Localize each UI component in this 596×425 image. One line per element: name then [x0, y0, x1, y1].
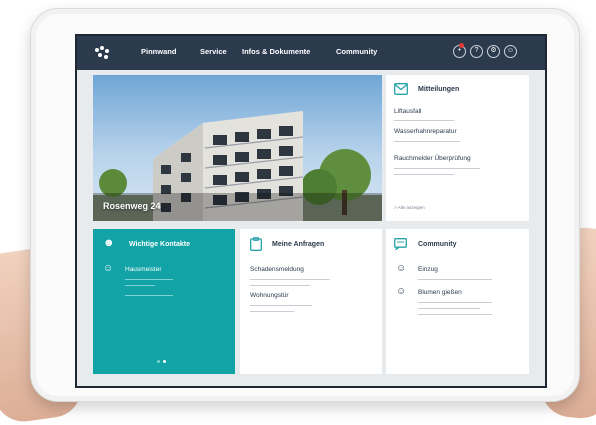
settings-icon[interactable]: ⚙ — [487, 45, 500, 58]
anfrage-item[interactable]: Wohnungstür — [250, 292, 289, 299]
person-icon: ☺ — [103, 263, 114, 274]
profile-icon[interactable]: ☺ — [504, 45, 517, 58]
carousel-dot-active[interactable] — [163, 360, 166, 363]
mail-icon — [394, 83, 408, 95]
person-icon: ☺ — [396, 286, 407, 297]
text-placeholder-line — [125, 279, 173, 281]
carousel-dot[interactable] — [157, 360, 160, 363]
notification-badge — [459, 43, 464, 48]
brand-logo-icon[interactable] — [93, 44, 113, 62]
contacts-icon: ☻ — [103, 237, 115, 249]
community-tile[interactable]: Community ☺ Einzug ☺ Blumen gießen — [386, 229, 529, 374]
building-photo — [93, 111, 382, 221]
community-item[interactable]: Einzug — [418, 266, 438, 273]
community-title: Community — [418, 241, 457, 248]
address-caption: Rosenweg 24 — [103, 201, 161, 211]
app-screen: Pinnwand Service Infos & Dokumente Commu… — [75, 34, 547, 388]
help-icon[interactable]: ? — [470, 45, 483, 58]
kontakte-tile[interactable]: ☻ Wichtige Kontakte ☺ Hausmeister — [93, 229, 235, 374]
text-placeholder-line — [250, 279, 330, 281]
mitteilungen-tile[interactable]: Mitteilungen Liftausfall Wasserhahnrepar… — [386, 75, 529, 221]
text-placeholder-line — [125, 295, 173, 297]
nav-item-infos-dokumente[interactable]: Infos & Dokumente — [242, 47, 310, 56]
text-placeholder-line — [394, 141, 460, 143]
anfragen-title: Meine Anfragen — [272, 241, 325, 248]
text-placeholder-line — [418, 314, 492, 316]
nav-item-community[interactable]: Community — [336, 47, 377, 56]
community-item[interactable]: Blumen gießen — [418, 289, 462, 296]
mitteilungen-title: Mitteilungen — [418, 86, 460, 93]
text-placeholder-line — [250, 305, 312, 307]
text-placeholder-line — [250, 285, 310, 287]
text-placeholder-line — [394, 168, 480, 170]
person-icon: ☺ — [396, 263, 407, 274]
nav-item-service[interactable]: Service — [200, 47, 227, 56]
anfrage-item[interactable]: Schadensmeldung — [250, 266, 304, 273]
building-hero-tile[interactable]: Rosenweg 24 — [93, 75, 382, 221]
show-all-link[interactable]: > Alle anzeigen — [394, 205, 425, 210]
mitteilung-item[interactable]: Liftausfall — [394, 108, 421, 115]
kontakte-title: Wichtige Kontakte — [129, 241, 190, 248]
chat-icon — [394, 238, 407, 250]
contact-name[interactable]: Hausmeister — [125, 266, 161, 273]
clipboard-icon — [250, 237, 262, 251]
text-placeholder-line — [125, 285, 155, 287]
nav-item-pinnwand[interactable]: Pinnwand — [141, 47, 176, 56]
text-placeholder-line — [418, 279, 492, 281]
text-placeholder-line — [418, 308, 480, 310]
text-placeholder-line — [394, 174, 454, 176]
text-placeholder-line — [394, 120, 454, 122]
anfragen-tile[interactable]: Meine Anfragen Schadensmeldung Wohnungst… — [240, 229, 382, 374]
mitteilung-item[interactable]: Rauchmelder Überprüfung — [394, 155, 471, 162]
mitteilung-item[interactable]: Wasserhahnreparatur — [394, 128, 457, 135]
text-placeholder-line — [250, 311, 294, 313]
text-placeholder-line — [418, 302, 492, 304]
top-nav: Pinnwand Service Infos & Dokumente Commu… — [77, 36, 545, 70]
